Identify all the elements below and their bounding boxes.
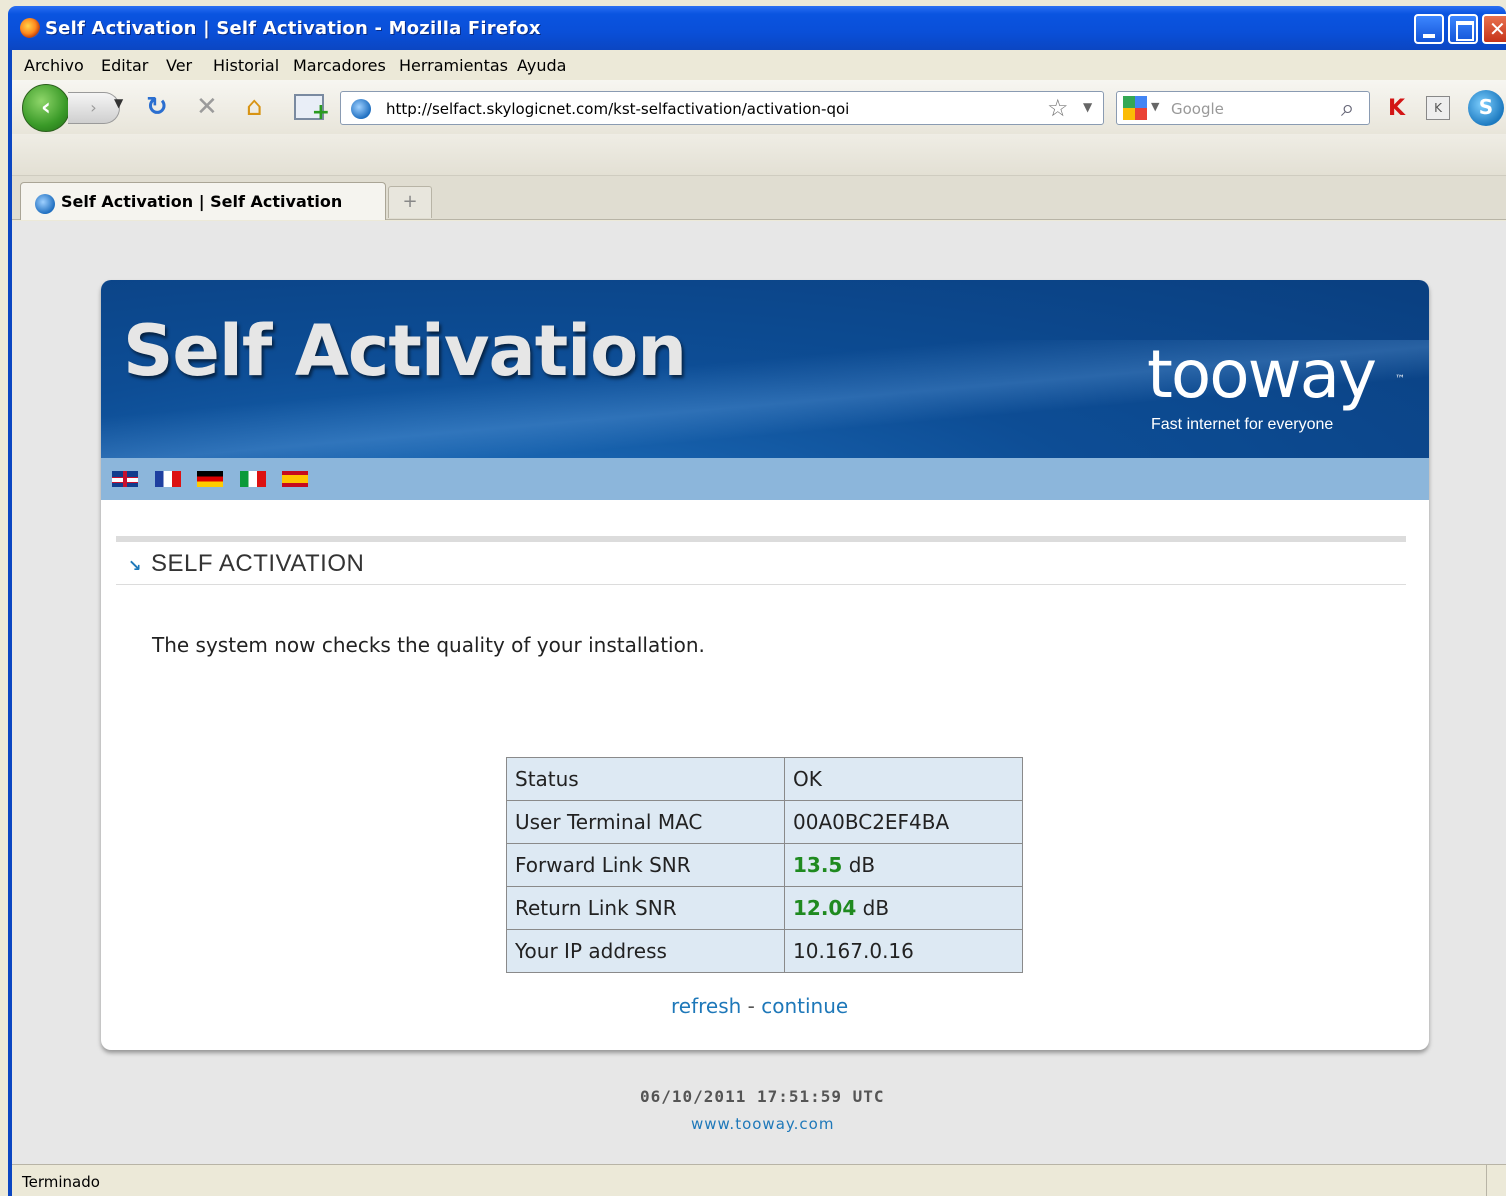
link-separator: - — [741, 994, 762, 1018]
bookmarks-toolbar — [12, 134, 1506, 176]
logo-tagline: Fast internet for everyone — [1151, 416, 1334, 433]
arrow-down-right-icon: ↘ — [128, 556, 142, 575]
menu-ayuda[interactable]: Ayuda — [517, 56, 566, 75]
logo-trademark: ™ — [1395, 374, 1405, 385]
flag-germany-icon[interactable] — [197, 471, 223, 487]
maximize-button[interactable] — [1448, 14, 1478, 44]
flag-italy-icon[interactable] — [240, 471, 266, 487]
row-value-cell: 12.04 dB — [784, 886, 1023, 930]
tab-self-activation[interactable]: Self Activation | Self Activation — [20, 182, 386, 220]
menu-ver[interactable]: Ver — [166, 56, 192, 75]
row-value: 00A0BC2EF4BA — [784, 800, 1023, 844]
section-divider — [116, 536, 1406, 542]
snr-unit: dB — [848, 853, 876, 877]
window-title: Self Activation | Self Activation - Mozi… — [45, 18, 541, 39]
page-viewport: Self Activation tooway ™ Fast internet f… — [12, 221, 1506, 1164]
menu-editar[interactable]: Editar — [101, 56, 148, 75]
status-text: Terminado — [22, 1173, 100, 1191]
site-favicon-icon — [351, 99, 371, 119]
row-label: Return Link SNR — [506, 886, 785, 930]
row-label: User Terminal MAC — [506, 800, 785, 844]
skype-icon[interactable]: S — [1468, 90, 1504, 126]
tab-label: Self Activation | Self Activation — [61, 192, 343, 211]
action-links: refresh - continue — [671, 994, 848, 1018]
menu-marcadores[interactable]: Marcadores — [293, 56, 386, 75]
minimize-button[interactable] — [1414, 14, 1444, 44]
bookmark-star-icon[interactable]: ☆ — [1047, 94, 1069, 122]
forward-button[interactable]: › — [68, 92, 120, 124]
menu-herramientas[interactable]: Herramientas — [399, 56, 508, 75]
row-value: OK — [784, 757, 1023, 801]
bookmark-add-icon[interactable] — [294, 94, 330, 128]
header-banner: Self Activation tooway ™ Fast internet f… — [101, 280, 1429, 480]
engine-dropdown-icon[interactable]: ▼ — [1151, 100, 1159, 113]
row-label: Your IP address — [506, 929, 785, 973]
flag-spain-icon[interactable] — [282, 471, 308, 487]
table-row: Forward Link SNR 13.5 dB — [506, 843, 1023, 887]
home-icon[interactable]: ⌂ — [246, 92, 263, 122]
stop-icon[interactable]: ✕ — [196, 92, 218, 122]
kaspersky-icon[interactable]: K — [1388, 96, 1405, 121]
flag-uk-icon[interactable] — [112, 471, 138, 487]
tab-favicon-icon — [35, 194, 55, 214]
row-value-cell: 13.5 dB — [784, 843, 1023, 887]
row-value: 10.167.0.16 — [784, 929, 1023, 973]
url-bar[interactable]: http://selfact.skylogicnet.com/kst-selfa… — [340, 91, 1104, 125]
new-tab-button[interactable]: + — [388, 186, 432, 218]
reload-icon[interactable]: ↻ — [146, 92, 168, 122]
snr-value: 12.04 — [793, 896, 857, 920]
section-underline — [116, 584, 1406, 585]
flag-france-icon[interactable] — [155, 471, 181, 487]
menu-archivo[interactable]: Archivo — [24, 56, 84, 75]
timestamp: 06/10/2011 17:51:59 UTC — [640, 1087, 885, 1106]
history-dropdown-icon[interactable]: ▼ — [114, 96, 123, 110]
intro-text: The system now checks the quality of you… — [152, 633, 705, 657]
google-engine-icon[interactable] — [1123, 96, 1147, 120]
table-row: Return Link SNR 12.04 dB — [506, 886, 1023, 930]
snr-value: 13.5 — [793, 853, 843, 877]
back-button[interactable]: ‹ — [22, 84, 70, 132]
content-card: Self Activation tooway ™ Fast internet f… — [101, 280, 1429, 1050]
menu-historial[interactable]: Historial — [213, 56, 279, 75]
tab-bar: Self Activation | Self Activation + — [12, 176, 1506, 220]
close-button[interactable] — [1482, 14, 1506, 44]
status-bar: Terminado — [12, 1164, 1506, 1196]
language-bar — [101, 458, 1429, 500]
continue-link[interactable]: continue — [761, 994, 848, 1018]
status-divider — [1486, 1165, 1487, 1196]
keyboard-icon[interactable]: K — [1426, 96, 1450, 120]
row-label: Status — [506, 757, 785, 801]
search-magnifier-icon[interactable]: ⌕ — [1341, 94, 1354, 122]
site-link[interactable]: www.tooway.com — [691, 1115, 834, 1133]
snr-unit: dB — [862, 896, 890, 920]
url-dropdown-icon[interactable]: ▼ — [1083, 100, 1092, 114]
table-row: Your IP address 10.167.0.16 — [506, 929, 1023, 973]
window-titlebar: Self Activation | Self Activation - Mozi… — [8, 6, 1506, 50]
navigation-toolbar: ‹ › ▼ ↻ ✕ ⌂ http://selfact.skylogicnet.c… — [12, 80, 1506, 134]
status-table: Status OK User Terminal MAC 00A0BC2EF4BA… — [506, 757, 1023, 973]
url-text[interactable]: http://selfact.skylogicnet.com/kst-selfa… — [386, 100, 849, 118]
refresh-link[interactable]: refresh — [671, 994, 741, 1018]
menu-bar: Archivo Editar Ver Historial Marcadores … — [12, 50, 1506, 80]
firefox-icon — [20, 18, 40, 38]
tooway-logo: tooway — [1147, 336, 1377, 413]
search-input[interactable]: Google — [1171, 100, 1224, 118]
search-bar[interactable]: ▼ Google ⌕ — [1116, 91, 1370, 125]
table-row: Status OK — [506, 757, 1023, 801]
table-row: User Terminal MAC 00A0BC2EF4BA — [506, 800, 1023, 844]
row-label: Forward Link SNR — [506, 843, 785, 887]
banner-title: Self Activation — [123, 310, 687, 392]
section-title: SELF ACTIVATION — [151, 550, 365, 577]
